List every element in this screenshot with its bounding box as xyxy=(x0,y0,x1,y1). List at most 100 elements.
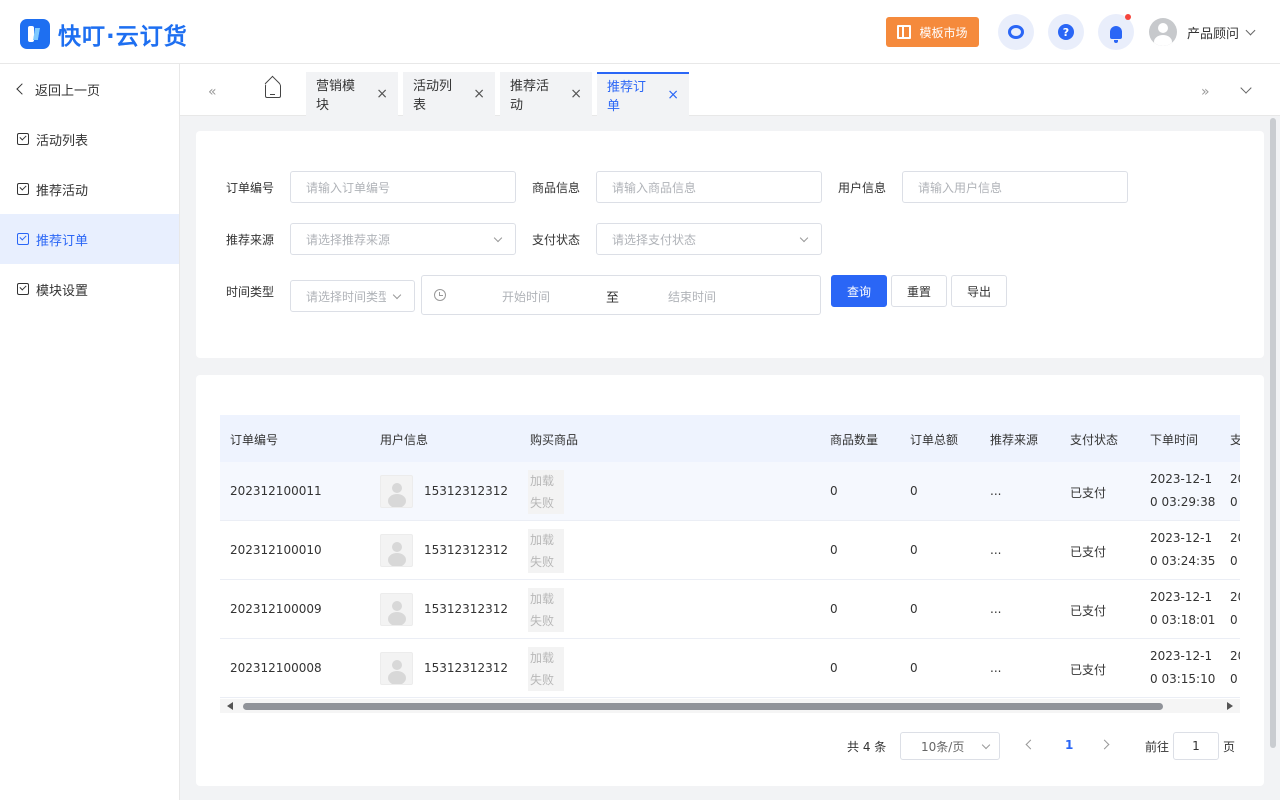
cell-total: 0 xyxy=(910,661,918,675)
scroll-left-icon[interactable] xyxy=(227,702,233,710)
page-size-select[interactable]: 10条/页 xyxy=(900,732,1000,760)
load-fail-line-1: 加载 xyxy=(530,592,555,606)
table-row[interactable]: 202312100010 15312312312 加载 失败 0 0 ... 已支… xyxy=(220,521,1240,580)
cell-qty: 0 xyxy=(830,543,838,557)
end-time-input[interactable]: 结束时间 xyxy=(668,288,716,305)
chevron-down-icon xyxy=(799,233,809,243)
chevron-down-icon xyxy=(1245,25,1256,35)
export-button[interactable]: 导出 xyxy=(951,275,1007,307)
table-row[interactable]: 202312100008 15312312312 加载 失败 0 0 ... 已支… xyxy=(220,639,1240,698)
source-label: 推荐来源 xyxy=(226,233,275,247)
cell-user: 15312312312 xyxy=(424,661,508,675)
tabs-next-button[interactable]: » xyxy=(1201,84,1210,100)
cell-time-line-1: 2023-12-1 xyxy=(1150,472,1213,486)
brand-logo[interactable]: 快叮·云订货 xyxy=(20,17,188,51)
table-row[interactable]: 202312100011 15312312312 加载 失败 0 0 ... 已支… xyxy=(220,462,1240,521)
cell-time-line-1: 2023-12-1 xyxy=(1150,590,1213,604)
logo-mark-icon xyxy=(20,19,50,49)
home-icon[interactable] xyxy=(265,83,281,98)
table-row[interactable]: 202312100009 15312312312 加载 失败 0 0 ... 已支… xyxy=(220,580,1240,639)
template-market-button[interactable]: 模板市场 xyxy=(886,17,979,47)
help-icon: ? xyxy=(1058,24,1074,40)
query-button[interactable]: 查询 xyxy=(831,275,887,307)
cell-user: 15312312312 xyxy=(424,602,508,616)
time-type-select[interactable]: 请选择时间类型 xyxy=(290,280,415,312)
cell-source: ... xyxy=(990,661,1002,675)
cell-pay-time-line-2: 0 xyxy=(1230,495,1238,509)
order-no-input[interactable]: 请输入订单编号 xyxy=(290,171,516,203)
product-input[interactable]: 请输入商品信息 xyxy=(596,171,822,203)
sidebar-item-recommend-order[interactable]: 推荐订单 xyxy=(0,214,179,264)
close-icon[interactable]: × xyxy=(570,86,582,102)
help-button[interactable]: ? xyxy=(1048,14,1084,50)
product-image-load-failed: 加载 失败 xyxy=(528,470,564,514)
cell-pay-time-line-1: 20 xyxy=(1230,472,1240,486)
scrollbar-thumb[interactable] xyxy=(243,703,1163,710)
tab-label: 活动列表 xyxy=(413,79,453,113)
tab-recommend-activity[interactable]: 推荐活动 × xyxy=(500,72,592,116)
sidebar-item-label: 推荐订单 xyxy=(36,233,89,249)
bell-icon xyxy=(1110,25,1122,43)
current-page[interactable]: 1 xyxy=(1065,738,1073,752)
cell-total: 0 xyxy=(910,484,918,498)
close-icon[interactable]: × xyxy=(473,86,485,102)
date-range-picker[interactable]: 开始时间 至 结束时间 xyxy=(421,275,821,315)
goto-suffix: 页 xyxy=(1223,740,1236,754)
clock-icon xyxy=(434,289,446,301)
template-market-label: 模板市场 xyxy=(919,25,968,40)
tab-marketing-module[interactable]: 营销模块 × xyxy=(306,72,398,116)
cell-pay-time-line-1: 20 xyxy=(1230,649,1240,663)
source-placeholder: 请选择推荐来源 xyxy=(306,232,391,247)
pay-status-placeholder: 请选择支付状态 xyxy=(612,232,697,247)
cell-time-line-2: 0 03:29:38 xyxy=(1150,495,1216,509)
cell-qty: 0 xyxy=(830,602,838,616)
goto-page-input[interactable]: 1 xyxy=(1173,732,1219,760)
load-fail-line-2: 失败 xyxy=(530,614,555,628)
pay-status-select[interactable]: 请选择支付状态 xyxy=(596,223,822,255)
close-icon[interactable]: × xyxy=(376,86,388,102)
col-order-time: 下单时间 xyxy=(1150,433,1199,447)
time-type-placeholder: 请选择时间类型 xyxy=(306,289,386,304)
cell-status: 已支付 xyxy=(1070,663,1107,677)
cell-time-line-1: 2023-12-1 xyxy=(1150,649,1213,663)
avatar xyxy=(1149,18,1177,46)
cell-total: 0 xyxy=(910,543,918,557)
horizontal-scrollbar[interactable] xyxy=(220,699,1240,713)
cell-order-no: 202312100011 xyxy=(230,484,322,498)
tab-recommend-order[interactable]: 推荐订单 × xyxy=(597,72,689,116)
start-time-input[interactable]: 开始时间 xyxy=(502,288,550,305)
tabs-menu-chevron-icon[interactable] xyxy=(1240,82,1252,94)
tab-bar: « 营销模块 × 活动列表 × 推荐活动 × 推荐订单 × » xyxy=(180,64,1280,116)
user-name: 产品顾问 xyxy=(1187,26,1240,42)
col-total: 订单总额 xyxy=(910,433,959,447)
reset-button[interactable]: 重置 xyxy=(891,275,947,307)
checkbox-calendar-icon xyxy=(17,283,29,295)
sidebar-item-module-settings[interactable]: 模块设置 xyxy=(0,264,179,314)
sidebar-item-activity-list[interactable]: 活动列表 xyxy=(0,114,179,164)
col-user: 用户信息 xyxy=(380,433,429,447)
user-menu[interactable]: 产品顾问 xyxy=(1149,18,1256,46)
cell-pay-time-line-2: 0 xyxy=(1230,613,1238,627)
customer-service-button[interactable] xyxy=(998,14,1034,50)
close-icon[interactable]: × xyxy=(667,87,679,103)
order-no-label: 订单编号 xyxy=(226,181,275,195)
tab-activity-list[interactable]: 活动列表 × xyxy=(403,72,495,116)
range-separator: 至 xyxy=(606,291,620,306)
cell-time-line-2: 0 03:18:01 xyxy=(1150,613,1216,627)
vertical-scrollbar[interactable] xyxy=(1270,118,1276,748)
load-fail-line-1: 加载 xyxy=(530,651,555,665)
cell-pay-time-line-2: 0 xyxy=(1230,554,1238,568)
sidebar-item-recommend-activity[interactable]: 推荐活动 xyxy=(0,164,179,214)
scroll-right-icon[interactable] xyxy=(1227,702,1233,710)
notification-button[interactable] xyxy=(1098,14,1134,50)
user-input[interactable]: 请输入用户信息 xyxy=(902,171,1128,203)
cell-status: 已支付 xyxy=(1070,545,1107,559)
source-select[interactable]: 请选择推荐来源 xyxy=(290,223,516,255)
tabs-prev-button[interactable]: « xyxy=(208,84,217,100)
cell-time-line-1: 2023-12-1 xyxy=(1150,531,1213,545)
user-label: 用户信息 xyxy=(838,181,887,195)
load-fail-line-2: 失败 xyxy=(530,673,555,687)
back-button[interactable]: 返回上一页 xyxy=(0,64,179,114)
sidebar-item-label: 推荐活动 xyxy=(36,183,89,199)
load-fail-line-2: 失败 xyxy=(530,496,555,510)
